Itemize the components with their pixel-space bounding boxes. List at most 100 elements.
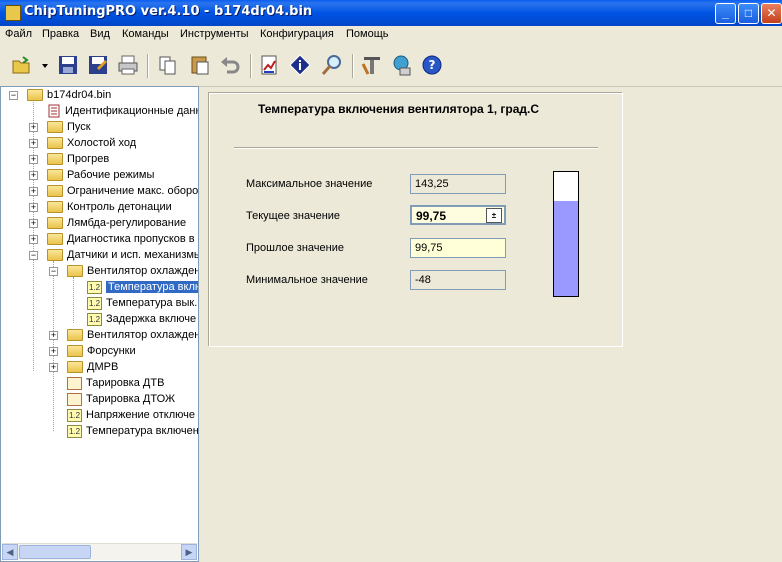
folder-icon [47, 217, 63, 229]
menu-edit[interactable]: Правка [42, 28, 79, 40]
tree-view[interactable]: − b174dr04.bin Идентификационные данн + … [0, 86, 199, 562]
tree-item[interactable]: Вентилятор охлажден [67, 263, 198, 279]
tree-item[interactable]: Контроль детонации [47, 199, 172, 215]
save-icon[interactable] [56, 53, 80, 77]
tree-item[interactable]: Тарировка ДТОЖ [67, 391, 175, 407]
collapse-toggle[interactable]: − [9, 91, 18, 100]
gauge-fill [554, 200, 578, 296]
expand-toggle[interactable]: + [29, 155, 38, 164]
value-gauge [553, 171, 579, 297]
collapse-toggle[interactable]: − [49, 267, 58, 276]
paste-icon[interactable] [188, 53, 212, 77]
max-value-field: 143,25 [410, 174, 506, 194]
folder-open-icon [47, 249, 63, 261]
menu-tools[interactable]: Инструменты [180, 28, 249, 40]
menu-help[interactable]: Помощь [346, 28, 389, 40]
constant-icon: 1.2 [67, 408, 82, 422]
chart-edit-icon[interactable] [258, 53, 282, 77]
minimize-button[interactable]: _ [715, 3, 736, 24]
constant-icon: 1.2 [87, 296, 102, 310]
tree-item[interactable]: Прогрев [47, 151, 109, 167]
app-icon [5, 5, 21, 21]
maximize-button[interactable]: □ [738, 3, 759, 24]
svg-text:?: ? [429, 58, 436, 72]
tree-item[interactable]: Ограничение макс. оборот [47, 183, 198, 199]
tree-root[interactable]: b174dr04.bin [27, 87, 111, 103]
divider [234, 147, 598, 149]
tree-item[interactable]: Холостой ход [47, 135, 136, 151]
tree-line [73, 277, 74, 323]
folder-open-icon [27, 89, 43, 101]
expand-toggle[interactable]: + [49, 331, 58, 340]
tree-item[interactable]: Идентификационные данн [47, 103, 198, 119]
expand-toggle[interactable]: + [29, 187, 38, 196]
folder-icon [47, 153, 63, 165]
tree-item[interactable]: 1.2 Напряжение отключе [67, 407, 195, 423]
copy-icon[interactable] [156, 53, 180, 77]
undo-icon[interactable] [218, 53, 242, 77]
tree-item[interactable]: ДМРВ [67, 359, 118, 375]
scroll-left-icon[interactable]: ◀ [2, 544, 18, 560]
tree-item-selected[interactable]: 1.2 Температура вклю [87, 279, 198, 295]
expand-toggle[interactable]: + [29, 123, 38, 132]
constant-icon: 1.2 [87, 312, 102, 326]
tree-item[interactable]: 1.2 Температура вык. [87, 295, 197, 311]
expand-toggle[interactable]: + [29, 139, 38, 148]
tree-item[interactable]: Форсунки [67, 343, 136, 359]
constant-icon: 1.2 [67, 424, 82, 438]
search-icon[interactable] [320, 53, 344, 77]
save-as-icon[interactable] [86, 53, 110, 77]
expand-toggle[interactable]: + [29, 203, 38, 212]
max-value-label: Максимальное значение [246, 178, 373, 190]
close-button[interactable]: ✕ [761, 3, 782, 24]
previous-value-label: Прошлое значение [246, 242, 344, 254]
help-icon[interactable]: ? [420, 53, 444, 77]
horizontal-scrollbar[interactable]: ◀ ▶ [2, 543, 197, 560]
network-icon[interactable] [390, 53, 414, 77]
tree-item[interactable]: Диагностика пропусков в [47, 231, 195, 247]
constant-icon: 1.2 [87, 280, 102, 294]
current-value-field[interactable]: 99,75 ± [410, 205, 506, 225]
expand-toggle[interactable]: + [49, 347, 58, 356]
tree-item[interactable]: Пуск [47, 119, 91, 135]
toolbar-separator [352, 54, 354, 78]
menu-file[interactable]: Файл [5, 28, 32, 40]
tree-item[interactable]: Рабочие режимы [47, 167, 154, 183]
menu-view[interactable]: Вид [90, 28, 110, 40]
collapse-toggle[interactable]: − [29, 251, 38, 260]
tree-item[interactable]: 1.2 Температура включен [67, 423, 198, 439]
scroll-thumb[interactable] [19, 545, 91, 559]
current-value-label: Текущее значение [246, 210, 341, 222]
scroll-right-icon[interactable]: ▶ [181, 544, 197, 560]
expand-toggle[interactable]: + [29, 171, 38, 180]
open-icon[interactable] [10, 53, 34, 77]
folder-icon [67, 361, 83, 373]
dropdown-arrow-icon[interactable] [38, 53, 52, 77]
expand-toggle[interactable]: + [49, 363, 58, 372]
menu-commands[interactable]: Команды [122, 28, 169, 40]
folder-icon [47, 185, 63, 197]
menu-configuration[interactable]: Конфигурация [260, 28, 334, 40]
chart-icon [67, 392, 82, 406]
folder-icon [47, 169, 63, 181]
folder-icon [67, 345, 83, 357]
title-bar: ChipTuningPRO ver.4.10 - b174dr04.bin _ … [0, 0, 782, 26]
tree-item[interactable]: 1.2 Задержка включе [87, 311, 196, 327]
expand-toggle[interactable]: + [29, 235, 38, 244]
tree-item[interactable]: Тарировка ДТВ [67, 375, 164, 391]
tree-item[interactable]: Датчики и исп. механизмы [47, 247, 198, 263]
min-value-label: Минимальное значение [246, 274, 368, 286]
tree-item[interactable]: Вентилятор охлажден [67, 327, 198, 343]
tree-line [53, 371, 54, 431]
folder-icon [47, 233, 63, 245]
folder-icon [47, 137, 63, 149]
tools-icon[interactable] [360, 53, 384, 77]
info-icon[interactable] [288, 53, 312, 77]
window-title: ChipTuningPRO ver.4.10 - b174dr04.bin [24, 4, 313, 19]
folder-icon [47, 201, 63, 213]
parameter-title: Температура включения вентилятора 1, гра… [258, 102, 539, 116]
print-icon[interactable] [116, 53, 140, 77]
expand-toggle[interactable]: + [29, 219, 38, 228]
spin-adjust-icon[interactable]: ± [486, 208, 502, 223]
tree-item[interactable]: Лямбда-регулирование [47, 215, 186, 231]
